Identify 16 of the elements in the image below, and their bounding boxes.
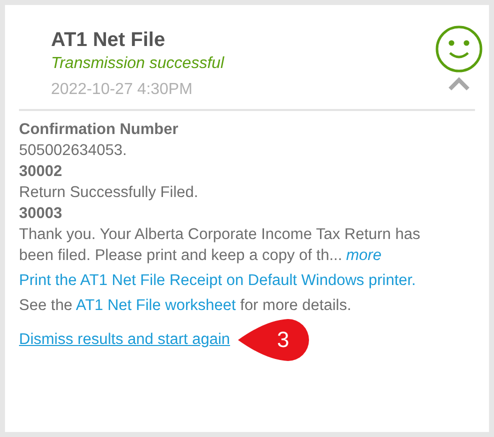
dismiss-link[interactable]: Dismiss results and start again xyxy=(19,328,230,350)
more-link[interactable]: more xyxy=(346,247,382,264)
detail-heading: Confirmation Number xyxy=(19,120,180,140)
timestamp: 2022-10-27 4:30PM xyxy=(51,81,194,99)
message-text: Thank you. Your Alberta Corporate Income Tax Return has been filed. Please print and keep a copy of th... more xyxy=(19,225,422,266)
collapse-chevron-icon[interactable] xyxy=(448,77,470,91)
detail-text: Return Successfully Filed. xyxy=(19,183,200,203)
notification-title: AT1 Net File xyxy=(51,29,166,52)
detail-heading: 30002 xyxy=(19,162,64,182)
print-receipt-link[interactable]: Print the AT1 Net File Receipt on Default Windows printer. xyxy=(19,270,419,291)
worksheet-link[interactable]: AT1 Net File worksheet xyxy=(76,297,236,314)
status-text: Transmission successful xyxy=(51,55,224,73)
smiley-icon xyxy=(435,25,483,73)
detail-heading: 30003 xyxy=(19,204,64,224)
worksheet-note: See the AT1 Net File worksheet for more details. xyxy=(19,296,352,316)
detail-text: 505002634053. xyxy=(19,141,128,161)
